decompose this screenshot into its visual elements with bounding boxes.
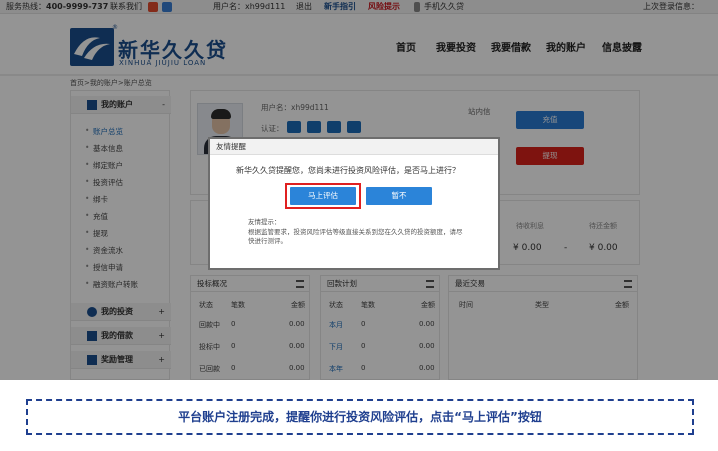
not-now-button[interactable]: 暂不 (366, 187, 432, 205)
tip-heading: 友情提示： (248, 218, 281, 226)
dialog-title: 友情提醒 (210, 139, 498, 155)
page: 服务热线：400-9999-737 联系我们 用户名：xh99d111 退出 新… (0, 0, 718, 451)
risk-reminder-dialog: 友情提醒 新华久久贷提醒您，您尚未进行投资风险评估，是否马上进行？ 马上评估 暂… (208, 137, 500, 270)
assess-now-button[interactable]: 马上评估 (290, 187, 356, 205)
instruction-caption: 平台账户注册完成，提醒你进行投资风险评估，点击“马上评估”按钮 (26, 399, 694, 435)
tip-line: 快进行测评。 (248, 237, 287, 245)
dialog-message: 新华久久贷提醒您，您尚未进行投资风险评估，是否马上进行？ (236, 166, 460, 175)
